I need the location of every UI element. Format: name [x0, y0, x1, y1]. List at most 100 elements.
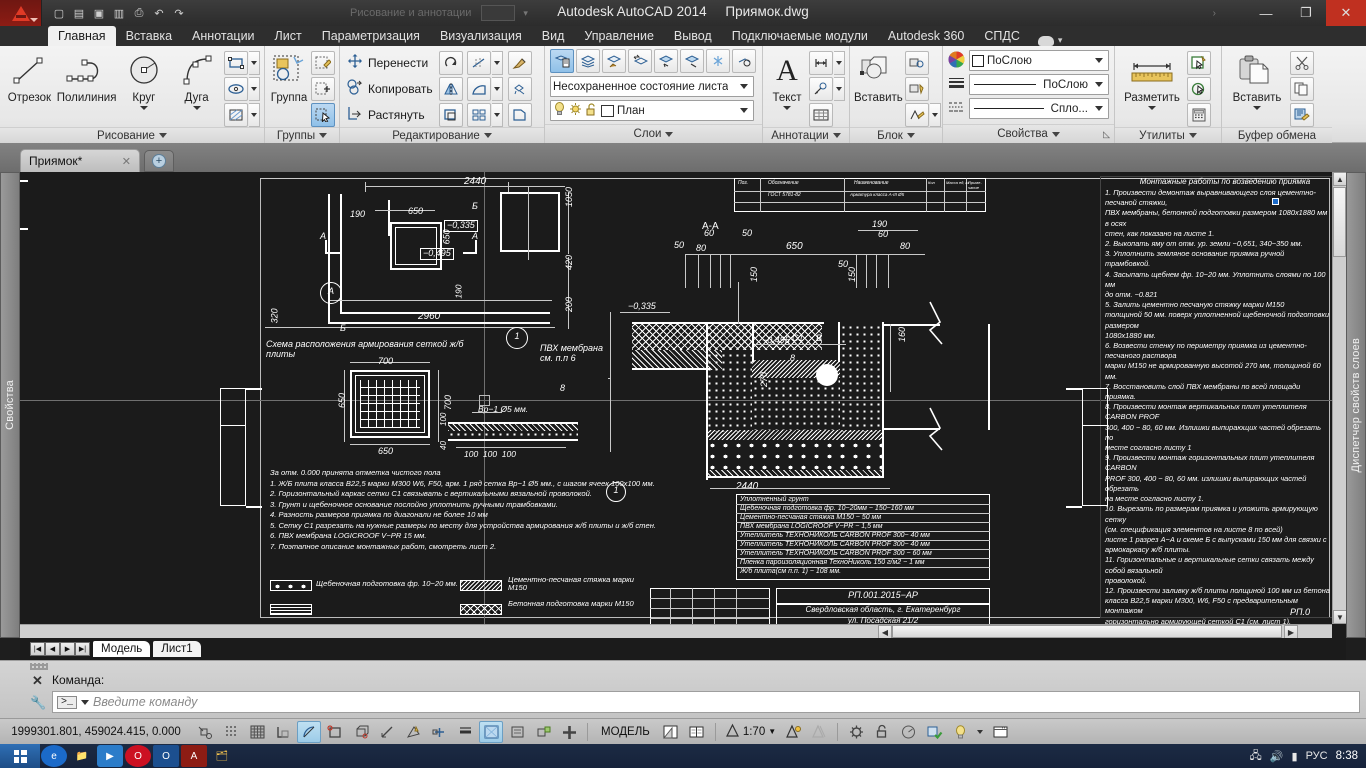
first-layout-button[interactable]: |◀ — [30, 642, 45, 656]
layer-properties-manager-palette[interactable]: Диспетчер свойств слоев — [1346, 172, 1366, 638]
application-menu-button[interactable] — [0, 0, 42, 26]
copy-button[interactable]: Копировать — [344, 76, 435, 101]
chevron-down-icon[interactable] — [1148, 106, 1156, 110]
infocenter-search[interactable]: › — [1096, 4, 1216, 22]
polar-tracking-icon[interactable] — [297, 720, 321, 743]
object-color-combo[interactable]: ПоСлою — [969, 50, 1109, 71]
properties-palette[interactable]: Свойства — [0, 172, 20, 638]
panel-title-block[interactable]: Блок — [850, 127, 942, 143]
lineweight-icon[interactable] — [453, 721, 477, 743]
layer-lock-icon[interactable] — [732, 49, 756, 73]
dynamic-input-icon[interactable] — [427, 721, 451, 743]
chevron-down-icon[interactable] — [1095, 58, 1103, 63]
command-input[interactable]: Введите команду — [93, 695, 197, 709]
tab-addins[interactable]: Подключаемые модули — [722, 26, 878, 46]
dynamic-ucs-icon[interactable] — [401, 721, 425, 743]
lineweight-icon[interactable] — [948, 76, 965, 94]
chevron-down-icon[interactable] — [248, 77, 260, 101]
canvas-horizontal-scrollbar[interactable]: ◀ ▶ — [20, 624, 1332, 638]
chevron-down-icon[interactable] — [30, 18, 38, 22]
snap-mode-icon[interactable] — [219, 721, 243, 743]
panel-title-properties[interactable]: Свойства ◺ — [943, 124, 1114, 143]
panel-title-modify[interactable]: Редактирование — [340, 127, 544, 143]
isolate-objects-icon[interactable] — [922, 721, 946, 743]
quick-select-icon[interactable] — [1187, 51, 1211, 75]
define-attribute-icon[interactable] — [904, 103, 929, 127]
scroll-thumb-horizontal[interactable] — [892, 625, 1282, 638]
next-layout-button[interactable]: ▶ — [60, 642, 75, 656]
command-input-row[interactable]: >_ Введите команду — [52, 691, 1360, 713]
tab-output[interactable]: Вывод — [664, 26, 722, 46]
layout-tab-model[interactable]: Модель — [93, 641, 151, 657]
viewport-icon[interactable] — [685, 721, 709, 743]
close-button[interactable]: ✕ — [1326, 0, 1366, 26]
layer-off-icon[interactable] — [654, 49, 678, 73]
chevron-down-icon[interactable] — [139, 106, 148, 110]
chevron-down-icon[interactable] — [929, 103, 941, 127]
scroll-down-arrow-icon[interactable]: ▼ — [1333, 610, 1346, 624]
chevron-down-icon[interactable] — [491, 51, 503, 75]
chevron-down-icon[interactable] — [491, 77, 503, 101]
scroll-thumb-vertical[interactable] — [1333, 187, 1346, 257]
chevron-down-icon[interactable] — [248, 103, 260, 127]
layer-previous-icon[interactable] — [628, 49, 652, 73]
cut-icon[interactable] — [1290, 51, 1314, 75]
open-icon[interactable]: ▤ — [70, 4, 88, 22]
minimize-button[interactable]: — — [1246, 0, 1286, 26]
maximize-button[interactable]: ❐ — [1286, 0, 1326, 26]
sun-icon[interactable] — [569, 102, 582, 119]
layer-isolate-icon[interactable] — [680, 49, 704, 73]
canvas-vertical-scrollbar[interactable]: ▲ ▼ — [1332, 172, 1346, 624]
previous-layout-button[interactable]: ◀ — [45, 642, 60, 656]
add-to-group-icon[interactable] — [311, 77, 335, 101]
ellipse-icon[interactable] — [223, 77, 248, 101]
leader-icon[interactable] — [809, 77, 833, 101]
network-icon[interactable]: 🖧 — [1250, 747, 1262, 766]
lightbulb-icon[interactable] — [553, 102, 566, 119]
create-block-icon[interactable] — [904, 51, 929, 75]
close-icon[interactable]: ✕ — [32, 673, 43, 689]
chevron-down-icon[interactable] — [974, 721, 986, 743]
transparency-icon[interactable] — [479, 720, 503, 743]
drawing-canvas[interactable]: 2440 190 650 650 −0,495 −0,335 190 2960 … — [20, 172, 1346, 638]
tab-parametric[interactable]: Параметризация — [312, 26, 430, 46]
panel-title-draw[interactable]: Рисование — [0, 127, 264, 143]
copy-clip-icon[interactable] — [1290, 77, 1314, 101]
clean-screen-icon[interactable] — [988, 721, 1012, 743]
3d-object-snap-icon[interactable] — [349, 721, 373, 743]
workspace-gear-icon[interactable] — [844, 721, 868, 743]
tab-spds[interactable]: СПДС — [974, 26, 1030, 46]
chevron-down-icon[interactable] — [192, 106, 201, 110]
edit-group-icon[interactable] — [311, 51, 335, 75]
layer-combo[interactable]: План — [550, 100, 754, 121]
arc-button[interactable]: Дуга — [171, 49, 222, 110]
group-selection-icon[interactable] — [311, 103, 335, 127]
chevron-down-icon[interactable] — [1095, 106, 1103, 111]
battery-icon[interactable]: ▮ — [1292, 750, 1298, 763]
move-button[interactable]: Перенести — [344, 50, 435, 75]
stretch-button[interactable]: Растянуть — [344, 102, 435, 127]
linetype-combo[interactable]: Спло... — [969, 98, 1109, 119]
chevron-down-icon[interactable]: ▼ — [768, 727, 776, 736]
layout-view-icon[interactable] — [659, 721, 683, 743]
chevron-down-icon[interactable] — [1095, 82, 1103, 87]
opera-icon[interactable]: O — [125, 745, 151, 767]
infer-constraints-icon[interactable] — [193, 721, 217, 743]
circle-button[interactable]: Круг — [118, 49, 169, 110]
match-properties-icon[interactable] — [507, 51, 532, 75]
chevron-down-icon[interactable] — [740, 108, 748, 113]
tab-annotate[interactable]: Аннотации — [182, 26, 264, 46]
hatch-icon[interactable] — [223, 103, 248, 127]
scale-icon[interactable] — [438, 103, 463, 127]
panel-title-layers[interactable]: Слои — [545, 124, 762, 143]
color-swatch-icon[interactable] — [601, 104, 614, 117]
ie-icon[interactable]: e — [41, 745, 67, 767]
linetype-icon[interactable] — [948, 100, 965, 118]
trim-icon[interactable] — [466, 51, 491, 75]
edit-block-icon[interactable] — [904, 77, 929, 101]
layer-freeze-icon[interactable] — [706, 49, 730, 73]
layer-match-icon[interactable] — [602, 49, 626, 73]
folder-icon[interactable]: 📁 — [69, 745, 95, 767]
workspace-combo[interactable] — [481, 5, 516, 21]
annotation-monitor-icon[interactable] — [531, 721, 555, 743]
